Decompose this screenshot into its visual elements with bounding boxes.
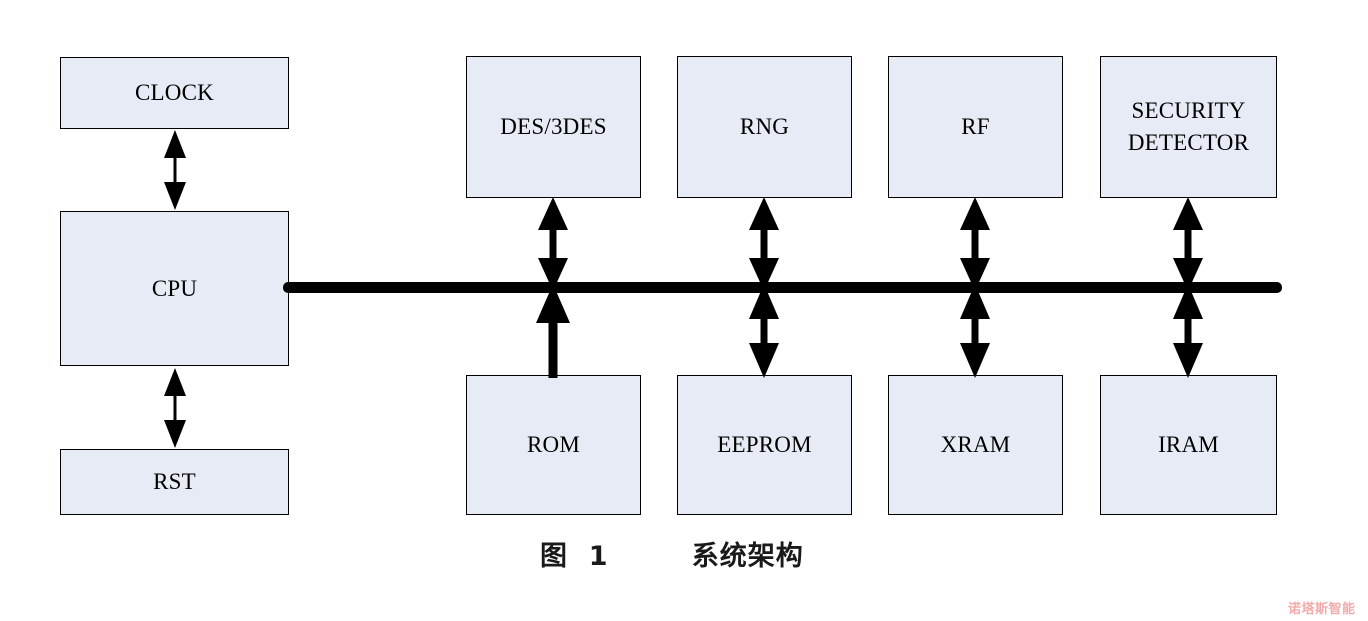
- block-rf[interactable]: RF: [888, 56, 1063, 198]
- block-rf-label: RF: [961, 114, 990, 140]
- connector-rom-bus: [536, 284, 570, 378]
- block-security-detector-label: SECURITY DETECTOR: [1127, 98, 1250, 155]
- connector-iram-bus: [1173, 284, 1203, 378]
- block-rst-label: RST: [153, 469, 196, 495]
- figure-caption: 图 1 系统架构: [540, 541, 804, 572]
- block-eeprom-label: EEPROM: [717, 432, 812, 458]
- block-clock[interactable]: CLOCK: [60, 57, 289, 129]
- block-iram[interactable]: IRAM: [1100, 375, 1277, 515]
- block-rom[interactable]: ROM: [466, 375, 641, 515]
- block-eeprom[interactable]: EEPROM: [677, 375, 852, 515]
- block-des-3des-label: DES/3DES: [500, 114, 607, 140]
- block-rom-label: ROM: [526, 432, 580, 458]
- watermark: 诺塔斯智能: [1288, 602, 1356, 617]
- block-rng[interactable]: RNG: [677, 56, 852, 198]
- block-xram[interactable]: XRAM: [888, 375, 1063, 515]
- system-bus: [283, 282, 1282, 293]
- block-des-3des[interactable]: DES/3DES: [466, 56, 641, 198]
- connector-xram-bus: [960, 284, 990, 378]
- connector-clock-cpu: [164, 130, 186, 210]
- diagram-canvas: CLOCK CPU RST DES/3DES RNG RF SECURITY D…: [0, 0, 1368, 621]
- block-cpu-label: CPU: [151, 275, 198, 301]
- connector-des-3des-bus: [538, 197, 568, 291]
- connector-eeprom-bus: [749, 284, 779, 378]
- block-iram-label: IRAM: [1158, 432, 1219, 458]
- connector-rng-bus: [749, 197, 779, 291]
- block-security-detector[interactable]: SECURITY DETECTOR: [1100, 56, 1277, 198]
- connector-security-detector-bus: [1173, 197, 1203, 291]
- connector-cpu-rst: [164, 368, 186, 448]
- block-xram-label: XRAM: [940, 432, 1011, 458]
- connector-rf-bus: [960, 197, 990, 291]
- block-rst[interactable]: RST: [60, 449, 289, 515]
- block-cpu[interactable]: CPU: [60, 211, 289, 366]
- block-clock-label: CLOCK: [135, 80, 214, 106]
- block-rng-label: RNG: [739, 114, 790, 140]
